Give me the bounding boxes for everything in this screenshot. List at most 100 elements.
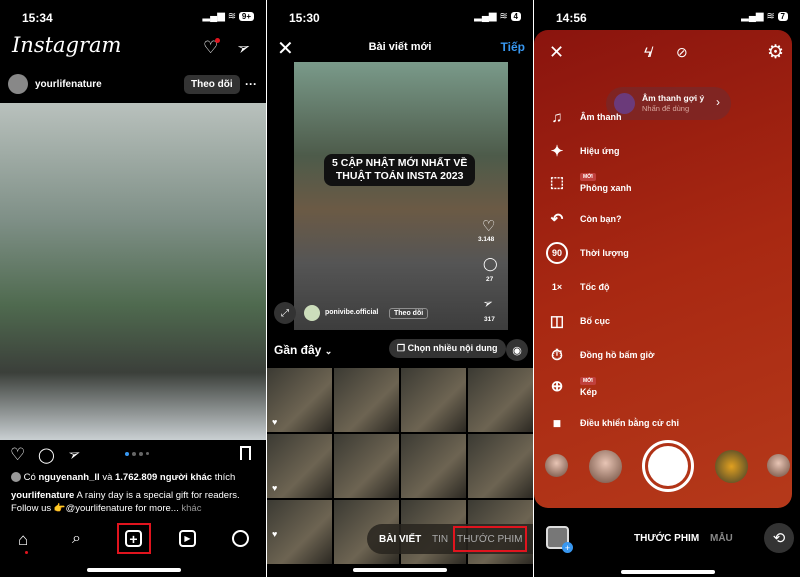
likes-count[interactable]: 1.762.809 người khác (115, 472, 212, 483)
carousel-dots (125, 452, 149, 456)
menu-item-reply[interactable]: ↶ Còn bạn? (546, 208, 622, 230)
menu-item-duration[interactable]: 90 Thời lượng (546, 242, 629, 264)
settings-icon[interactable]: ⚙ (767, 41, 784, 64)
liked-by-user[interactable]: nguyenanh_ll (38, 472, 99, 483)
expand-icon[interactable]: ⤢ (274, 302, 296, 324)
avatar[interactable] (8, 74, 28, 94)
tab-post[interactable]: BÀI VIẾT (379, 534, 421, 545)
likes-suffix: thích (214, 472, 236, 483)
next-button[interactable]: Tiếp (501, 40, 525, 54)
likes-prefix: Có (23, 472, 36, 483)
battery-indicator: 9+ (238, 12, 254, 21)
menu-item-label: Điều khiển bằng cử chỉ (580, 418, 680, 428)
menu-item-effects[interactable]: ✦ Hiệu ứng (546, 140, 620, 162)
speed-icon: 1× (551, 282, 563, 292)
gallery-button[interactable]: + (546, 526, 573, 553)
effect-thumb[interactable] (767, 454, 790, 477)
effect-thumb[interactable] (715, 450, 748, 483)
follow-button[interactable]: Theo dõi (184, 75, 240, 94)
preview-overlay-text: 5 CẬP NHẬT MỚI NHẤT VỀ THUẬT TOÁN INSTA 2… (324, 154, 476, 186)
gallery-thumb[interactable]: ♥ (267, 434, 332, 498)
mic-off-icon[interactable]: ⊘ (676, 44, 688, 61)
close-icon[interactable]: ✕ (549, 42, 564, 63)
create-icon[interactable]: + (125, 530, 142, 547)
menu-item-label: Phông xanh (580, 183, 632, 193)
tab-story[interactable]: TIN (432, 534, 448, 545)
menu-item-label: Tốc độ (580, 282, 610, 292)
battery-indicator: 7 (777, 12, 788, 21)
mode-template[interactable]: MẪU (710, 533, 733, 544)
bottom-nav: ⌂ ⌕ + ▶ (0, 518, 266, 577)
reels-icon[interactable]: ▶ (179, 530, 196, 547)
save-icon[interactable] (240, 446, 251, 460)
new-badge: MỚI (580, 173, 596, 181)
preview-share-icon: ➢ (480, 294, 496, 312)
page-title: Bài viết mới (368, 41, 432, 53)
effects-icon: ✦ (550, 143, 564, 160)
gallery-thumb[interactable]: ♥ (267, 500, 332, 564)
status-icons: ▂▄▆ ≋ 9+ (202, 11, 254, 22)
post-image[interactable] (0, 103, 266, 440)
flip-camera-icon[interactable]: ⟲ (764, 523, 794, 553)
status-icons: ▂▄▆ ≋ 7 (741, 11, 788, 22)
select-multiple-button[interactable]: ❐ Chọn nhiều nội dung (389, 339, 506, 358)
profile-icon[interactable] (232, 530, 249, 547)
reel-highlight-box (453, 526, 527, 552)
menu-item-label: Hiệu ứng (580, 146, 620, 156)
gallery-thumb[interactable] (401, 434, 466, 498)
post-username[interactable]: yourlifenature (35, 79, 102, 90)
home-active-dot (25, 551, 28, 554)
effect-thumb[interactable] (589, 450, 622, 483)
camera-icon[interactable]: ◉ (506, 339, 528, 361)
caption-more-link[interactable]: khác (181, 503, 201, 514)
home-indicator (353, 568, 447, 572)
album-selector[interactable]: Gần đây ⌄ (274, 343, 332, 357)
status-time: 15:30 (289, 11, 320, 25)
suggested-audio-chip[interactable]: Âm thanh gợi ý Nhấn để dùng › (606, 87, 731, 120)
duration-icon: 90 (546, 242, 568, 264)
comment-icon[interactable]: ◯ (38, 446, 55, 464)
caption-line2: Follow us 👉@yourlifenature for more... (11, 503, 179, 514)
battery-indicator: 4 (510, 12, 521, 21)
share-icon[interactable]: ➢ (65, 443, 84, 464)
caption-username[interactable]: yourlifenature (11, 490, 74, 501)
home-icon[interactable]: ⌂ (18, 530, 28, 550)
dual-camera-icon: ⊕ (550, 377, 564, 395)
gallery-thumb[interactable] (468, 434, 533, 498)
menu-item-green-screen[interactable]: ⬚ MỚI Phông xanh (546, 170, 632, 193)
mode-reel[interactable]: THƯỚC PHIM (634, 533, 699, 544)
search-icon[interactable]: ⌕ (72, 530, 81, 548)
reel-camera-screen: 14:56 ▂▄▆ ≋ 7 ✕ ϟ̸ ⊘ ⚙ Âm thanh gợi ý Nh… (534, 0, 800, 577)
menu-item-speed[interactable]: 1× Tốc độ (546, 276, 610, 298)
status-time: 15:34 (22, 11, 53, 25)
home-indicator (87, 568, 181, 572)
effect-thumb[interactable] (545, 454, 568, 477)
add-icon: + (562, 542, 573, 553)
audio-title: Âm thanh gợi ý (642, 93, 705, 103)
preview-like-icon: ♡ (482, 218, 496, 235)
gallery-thumb[interactable] (401, 368, 466, 432)
direct-message-icon[interactable]: ➢ (234, 36, 253, 59)
gallery-thumb[interactable] (334, 368, 399, 432)
like-icon[interactable]: ♡ (10, 445, 25, 465)
menu-item-label: Bố cục (580, 316, 611, 326)
gallery-thumb[interactable] (468, 368, 533, 432)
multi-select-icon: ❐ (397, 343, 408, 353)
chevron-right-icon: › (716, 95, 720, 109)
caption: yourlifenature A rainy day is a special … (11, 489, 261, 515)
menu-item-timer[interactable]: ⏱ Đồng hồ bấm giờ (546, 344, 654, 366)
menu-item-layout[interactable]: ◫ Bố cục (546, 310, 610, 332)
record-button[interactable] (642, 440, 694, 492)
menu-item-gesture-control[interactable]: ⏹ Điều khiển bằng cử chỉ (546, 412, 679, 434)
gallery-thumb[interactable] (334, 434, 399, 498)
reel-preview[interactable]: 5 CẬP NHẬT MỚI NHẤT VỀ THUẬT TOÁN INSTA 2… (294, 62, 508, 330)
camera-viewfinder[interactable]: ✕ ϟ̸ ⊘ ⚙ Âm thanh gợi ý Nhấn để dùng › ♫… (534, 30, 792, 508)
gallery-thumb[interactable]: ♥ (267, 368, 332, 432)
status-icons: ▂▄▆ ≋ 4 (474, 11, 521, 22)
menu-item-music[interactable]: ♫ Âm thanh (546, 106, 621, 128)
more-options-button[interactable]: ··· (245, 77, 257, 91)
instagram-logo: Instagram (12, 33, 122, 57)
flash-off-icon[interactable]: ϟ̸ (644, 44, 651, 60)
menu-item-dual-camera[interactable]: ⊕ MỚI Kép (546, 374, 597, 397)
heart-notification-icon[interactable]: ♡ (203, 38, 221, 58)
